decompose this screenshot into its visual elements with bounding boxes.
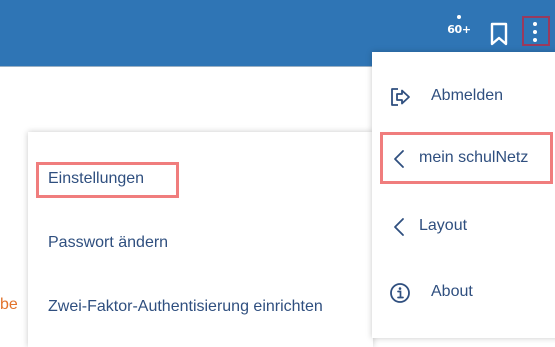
submenu-item-einstellungen[interactable]: Einstellungen	[48, 170, 144, 188]
submenu-item-passwort-aendern[interactable]: Passwort ändern	[48, 234, 168, 252]
menu-item-label: Abmelden	[431, 87, 504, 104]
submenu-item-zwei-faktor[interactable]: Zwei-Faktor-Authentisierung einrichten	[48, 298, 323, 316]
bookmark-icon[interactable]	[488, 22, 510, 46]
menu-item-label: Layout	[419, 217, 468, 234]
notification-count: 60+	[447, 23, 471, 36]
page-content-text: be	[0, 296, 18, 313]
menu-item-abmelden[interactable]: Abmelden	[372, 76, 555, 116]
notification-dot-icon	[457, 15, 461, 19]
info-icon	[390, 283, 410, 303]
chevron-left-icon	[394, 150, 404, 168]
menu-item-about[interactable]: About	[372, 272, 555, 312]
notification-badge[interactable]: 60+	[444, 14, 474, 48]
chevron-left-icon	[394, 218, 404, 236]
kebab-menu-icon[interactable]	[529, 20, 541, 44]
menu-item-label: mein schulNetz	[419, 149, 529, 166]
menu-item-layout[interactable]: Layout	[372, 206, 555, 246]
menu-item-mein-schulnetz[interactable]: mein schulNetz	[372, 138, 555, 178]
menu-item-label: About	[431, 283, 473, 300]
logout-icon	[391, 88, 410, 106]
user-dropdown-menu: Abmelden mein schulNetz Layout About	[372, 52, 555, 338]
settings-submenu: Einstellungen Passwort ändern Zwei-Fakto…	[28, 132, 373, 347]
